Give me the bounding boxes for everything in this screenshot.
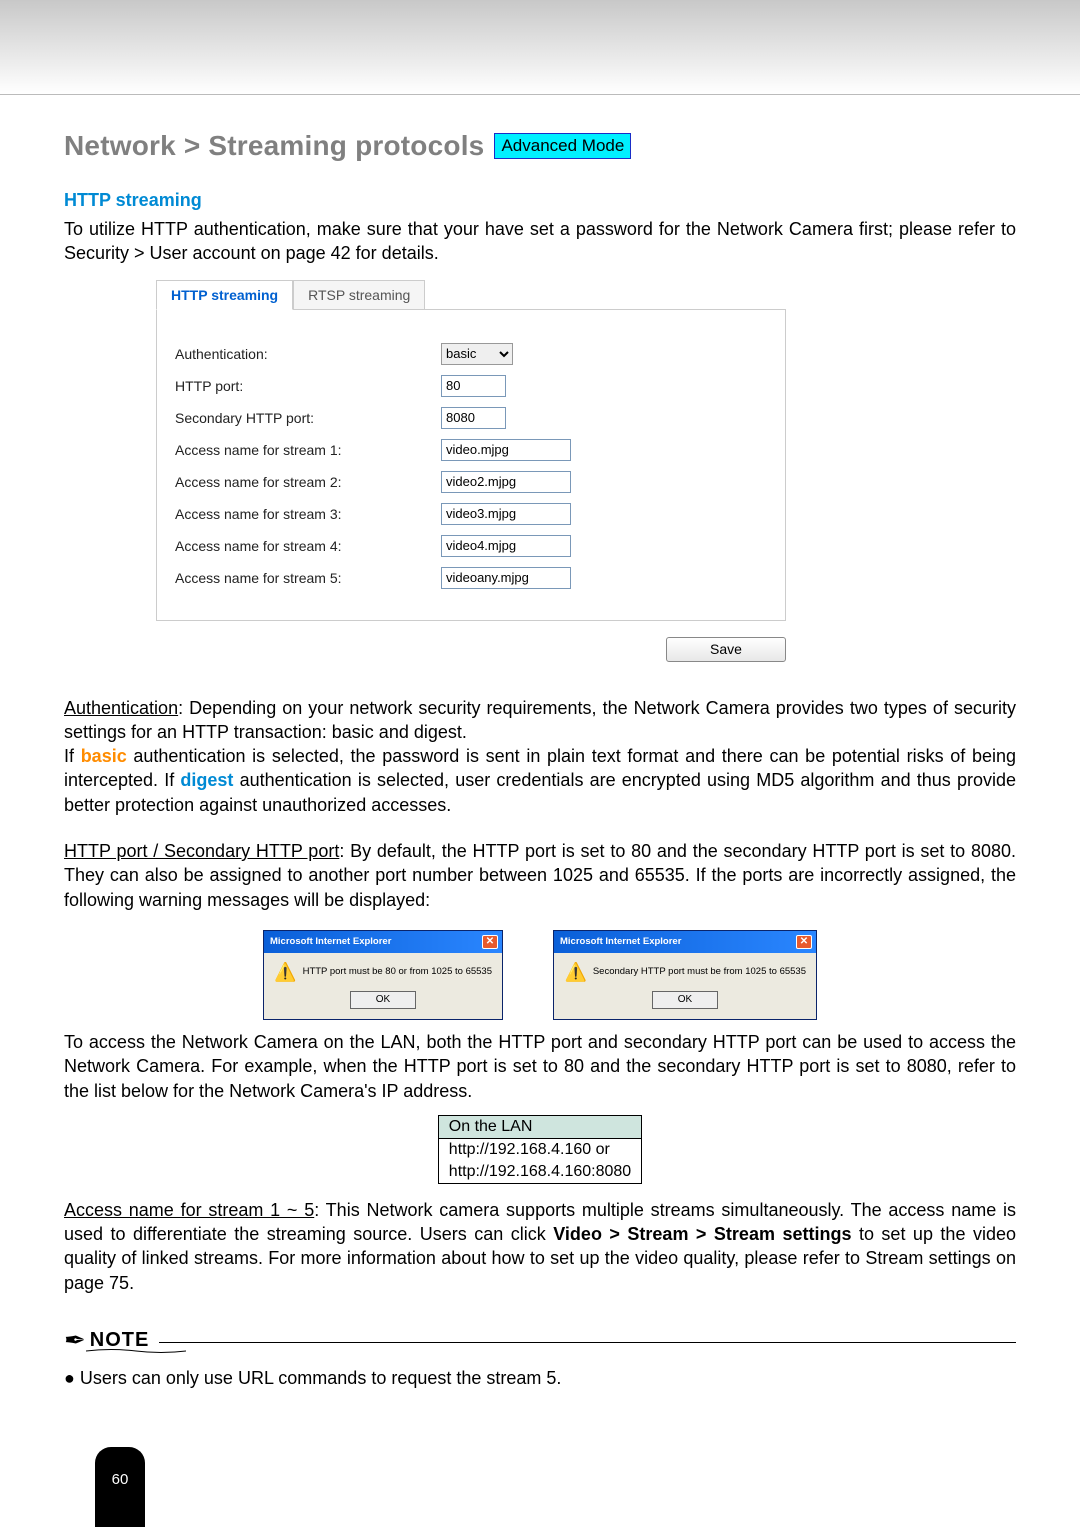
row-stream4: Access name for stream 4: — [175, 530, 767, 562]
para-ports: HTTP port / Secondary HTTP port: By defa… — [64, 839, 1016, 912]
label-http-port: HTTP port: — [175, 378, 441, 394]
dialog-msg-2: Secondary HTTP port must be from 1025 to… — [593, 966, 806, 977]
dialog-body: ⚠️ HTTP port must be 80 or from 1025 to … — [264, 953, 502, 1019]
page-title: Network > Streaming protocols — [64, 130, 484, 162]
content-area: Network > Streaming protocols Advanced M… — [0, 95, 1080, 1389]
dialog-row: Microsoft Internet Explorer ✕ ⚠️ HTTP po… — [64, 930, 1016, 1020]
lan-table-header: On the LAN — [438, 1115, 641, 1138]
page: Network > Streaming protocols Advanced M… — [0, 0, 1080, 1527]
advanced-mode-badge: Advanced Mode — [494, 133, 631, 159]
page-number: 60 — [112, 1471, 129, 1488]
tab-rtsp-streaming[interactable]: RTSP streaming — [293, 280, 425, 310]
row-authentication: Authentication: basic — [175, 338, 767, 370]
row-sec-http-port: Secondary HTTP port: — [175, 402, 767, 434]
dialog-ok-button[interactable]: OK — [652, 991, 718, 1009]
label-sec-http-port: Secondary HTTP port: — [175, 410, 441, 426]
dialog-sec-http-port: Microsoft Internet Explorer ✕ ⚠️ Seconda… — [553, 930, 817, 1020]
settings-panel: Authentication: basic HTTP port: Seconda… — [156, 309, 786, 621]
input-stream4[interactable] — [441, 535, 571, 557]
input-sec-http-port[interactable] — [441, 407, 506, 429]
label-stream5: Access name for stream 5: — [175, 570, 441, 586]
row-stream2: Access name for stream 2: — [175, 466, 767, 498]
para-auth-lead: Authentication — [64, 698, 178, 718]
settings-panel-wrap: HTTP streaming RTSP streaming Authentica… — [156, 280, 1016, 662]
warning-icon: ⚠️ — [565, 963, 587, 981]
row-stream3: Access name for stream 3: — [175, 498, 767, 530]
label-stream2: Access name for stream 2: — [175, 474, 441, 490]
para-lan: To access the Network Camera on the LAN,… — [64, 1030, 1016, 1103]
para-ports-lead: HTTP port / Secondary HTTP port — [64, 841, 339, 861]
input-stream2[interactable] — [441, 471, 571, 493]
close-icon[interactable]: ✕ — [796, 935, 812, 949]
select-authentication[interactable]: basic — [441, 343, 513, 365]
tab-http-streaming[interactable]: HTTP streaming — [156, 280, 293, 310]
label-stream1: Access name for stream 1: — [175, 442, 441, 458]
pen-icon: ✒ — [64, 1325, 86, 1356]
input-stream1[interactable] — [441, 439, 571, 461]
lan-table-row1: http://192.168.4.160 or — [438, 1138, 641, 1161]
label-stream4: Access name for stream 4: — [175, 538, 441, 554]
page-number-tab: 60 — [95, 1447, 145, 1527]
para-access-lead: Access name for stream 1 ~ 5 — [64, 1200, 314, 1220]
close-icon[interactable]: ✕ — [482, 935, 498, 949]
note-bullet: ● Users can only use URL commands to req… — [64, 1368, 1016, 1389]
intro-text: To utilize HTTP authentication, make sur… — [64, 217, 1016, 266]
word-basic: basic — [81, 746, 127, 766]
dialog-title-bar: Microsoft Internet Explorer ✕ — [554, 931, 816, 953]
heading-row: Network > Streaming protocols Advanced M… — [64, 130, 1016, 162]
dialog-msg-1: HTTP port must be 80 or from 1025 to 655… — [303, 966, 492, 977]
row-stream5: Access name for stream 5: — [175, 562, 767, 594]
input-stream5[interactable] — [441, 567, 571, 589]
save-button[interactable]: Save — [666, 637, 786, 662]
dialog-ok-button[interactable]: OK — [350, 991, 416, 1009]
tabs: HTTP streaming RTSP streaming — [156, 280, 1016, 310]
dialog-title: Microsoft Internet Explorer — [270, 936, 391, 947]
input-stream3[interactable] — [441, 503, 571, 525]
note-underline-icon — [86, 1348, 186, 1354]
lan-table-row2: http://192.168.4.160:8080 — [438, 1161, 641, 1184]
dialog-body: ⚠️ Secondary HTTP port must be from 1025… — [554, 953, 816, 1019]
para-basic-digest: If basic authentication is selected, the… — [64, 744, 1016, 817]
row-stream1: Access name for stream 1: — [175, 434, 767, 466]
row-http-port: HTTP port: — [175, 370, 767, 402]
dialog-title-bar: Microsoft Internet Explorer ✕ — [264, 931, 502, 953]
para-access-bold: Video > Stream > Stream settings — [553, 1224, 851, 1244]
warning-icon: ⚠️ — [275, 963, 297, 981]
section-title: HTTP streaming — [64, 190, 1016, 211]
label-authentication: Authentication: — [175, 346, 441, 362]
dialog-title: Microsoft Internet Explorer — [560, 936, 681, 947]
note-divider — [159, 1342, 1016, 1343]
para-authentication: Authentication: Depending on your networ… — [64, 696, 1016, 745]
note-header: ✒ NOTE — [64, 1325, 1016, 1356]
lan-url-table: On the LAN http://192.168.4.160 or http:… — [438, 1115, 642, 1184]
label-stream3: Access name for stream 3: — [175, 506, 441, 522]
top-gradient-bar — [0, 0, 1080, 95]
word-digest: digest — [180, 770, 233, 790]
input-http-port[interactable] — [441, 375, 506, 397]
dialog-http-port: Microsoft Internet Explorer ✕ ⚠️ HTTP po… — [263, 930, 503, 1020]
save-row: Save — [156, 637, 786, 662]
para-access-name: Access name for stream 1 ~ 5: This Netwo… — [64, 1198, 1016, 1295]
